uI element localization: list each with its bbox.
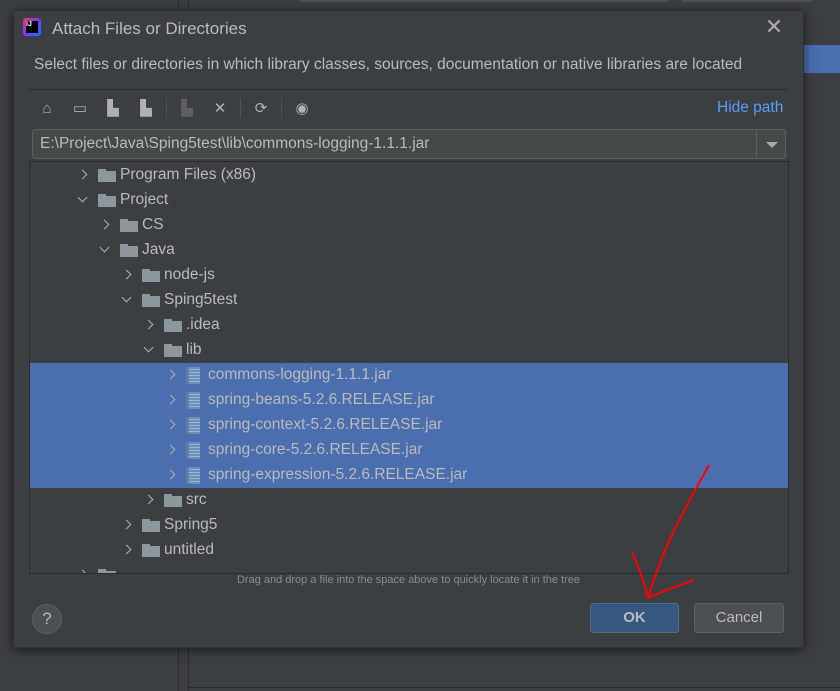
- toolbar: ⌂ ▭ ▙ ▙ ▙ ✕ ⟳ ◉: [36, 97, 324, 119]
- tree-row[interactable]: CS: [30, 213, 788, 238]
- tree-row-label: src: [186, 491, 207, 508]
- tree-row[interactable]: src: [30, 488, 788, 513]
- folder-icon: [142, 519, 160, 532]
- dialog-description: Select files or directories in which lib…: [34, 56, 743, 73]
- chevron-right-icon[interactable]: [164, 442, 178, 458]
- tree-row-label: lib: [186, 341, 202, 358]
- dropdown-arrow-icon[interactable]: [756, 130, 785, 158]
- chevron-right-icon[interactable]: [164, 367, 178, 383]
- chevron-down-icon[interactable]: [76, 192, 90, 208]
- home-icon[interactable]: ⌂: [36, 97, 58, 119]
- divider: [29, 89, 787, 90]
- toolbar-separator: [166, 98, 167, 118]
- tree-row-label: spring-context-5.2.6.RELEASE.jar: [208, 416, 443, 433]
- folder-icon: [142, 294, 160, 307]
- folder-icon: [164, 494, 182, 507]
- path-input[interactable]: E:\Project\Java\Sping5test\lib\commons-l…: [40, 135, 429, 153]
- jar-archive-icon: [186, 467, 200, 484]
- tree-row[interactable]: Project: [30, 188, 788, 213]
- toolbar-separator: [240, 98, 241, 118]
- tree-row[interactable]: .idea: [30, 313, 788, 338]
- chevron-right-icon[interactable]: [98, 217, 112, 233]
- tree-row[interactable]: spring-context-5.2.6.RELEASE.jar: [30, 413, 788, 438]
- folder-icon: [98, 169, 116, 182]
- tree-row[interactable]: Java: [30, 238, 788, 263]
- folder-icon: [164, 319, 182, 332]
- tree-row-label: .idea: [186, 316, 220, 333]
- dialog-title: Attach Files or Directories: [52, 19, 247, 38]
- tree-row-label: CS: [142, 216, 164, 233]
- project-folder-icon[interactable]: ▙: [102, 97, 124, 119]
- jar-archive-icon: [186, 392, 200, 409]
- chevron-right-icon[interactable]: [142, 317, 156, 333]
- jar-archive-icon: [186, 417, 200, 434]
- refresh-icon[interactable]: ⟳: [250, 97, 272, 119]
- tree-row[interactable]: spring-core-5.2.6.RELEASE.jar: [30, 438, 788, 463]
- tree-row[interactable]: untitled: [30, 538, 788, 563]
- folder-icon: [120, 244, 138, 257]
- cancel-button[interactable]: Cancel: [694, 603, 784, 633]
- tree-row-label: Java: [142, 241, 175, 258]
- folder-icon: [164, 344, 182, 357]
- chevron-down-icon[interactable]: [120, 292, 134, 308]
- module-folder-icon[interactable]: ▙: [135, 97, 157, 119]
- background-selected-item: [803, 45, 840, 73]
- tree-row-label: commons-logging-1.1.1.jar: [208, 366, 392, 383]
- folder-icon: [142, 269, 160, 282]
- jar-archive-icon: [186, 442, 200, 459]
- help-button[interactable]: ?: [32, 604, 62, 634]
- tree-row-label: untitled: [164, 541, 214, 558]
- file-tree[interactable]: untitled Spring5 src spring-expression-5.2.…: [29, 161, 789, 574]
- chevron-right-icon[interactable]: [164, 392, 178, 408]
- tree-row[interactable]: Spring5: [30, 513, 788, 538]
- chevron-right-icon[interactable]: [120, 517, 134, 533]
- chevron-down-icon[interactable]: [98, 242, 112, 258]
- tree-row[interactable]: node-js: [30, 263, 788, 288]
- chevron-right-icon[interactable]: [76, 167, 90, 183]
- tree-row[interactable]: spring-expression-5.2.6.RELEASE.jar: [30, 463, 788, 488]
- folder-icon: [98, 194, 116, 207]
- close-icon[interactable]: ✕: [762, 15, 786, 39]
- show-hidden-icon[interactable]: ◉: [291, 97, 313, 119]
- chevron-right-icon[interactable]: [142, 492, 156, 508]
- drag-drop-hint: Drag and drop a file into the space abov…: [236, 574, 581, 586]
- tree-row[interactable]: Sping5test: [30, 288, 788, 313]
- folder-icon: [142, 544, 160, 557]
- tree-row[interactable]: spring-beans-5.2.6.RELEASE.jar: [30, 388, 788, 413]
- chevron-right-icon[interactable]: [120, 542, 134, 558]
- tree-row[interactable]: commons-logging-1.1.1.jar: [30, 363, 788, 388]
- delete-icon[interactable]: ✕: [209, 97, 231, 119]
- ok-button[interactable]: OK: [590, 603, 679, 633]
- chevron-right-icon[interactable]: [76, 567, 90, 573]
- tree-row-label: spring-beans-5.2.6.RELEASE.jar: [208, 391, 435, 408]
- background-field: [682, 0, 812, 2]
- path-combobox[interactable]: E:\Project\Java\Sping5test\lib\commons-l…: [32, 129, 786, 159]
- toolbar-separator: [281, 98, 282, 118]
- tree-row-label: spring-core-5.2.6.RELEASE.jar: [208, 441, 423, 458]
- tree-row-label: Sping5test: [164, 291, 238, 308]
- chevron-right-icon[interactable]: [164, 417, 178, 433]
- intellij-logo-icon: [23, 18, 41, 36]
- desktop-icon[interactable]: ▭: [69, 97, 91, 119]
- jar-archive-icon: [186, 367, 200, 384]
- background-field: [300, 0, 668, 2]
- chevron-right-icon[interactable]: [164, 467, 178, 483]
- tree-row[interactable]: [30, 563, 788, 573]
- chevron-down-icon[interactable]: [142, 342, 156, 358]
- background-divider: [188, 687, 840, 688]
- tree-row-label: Project: [120, 191, 169, 208]
- chevron-right-icon[interactable]: [120, 267, 134, 283]
- tree-row[interactable]: Program Files (x86): [30, 163, 788, 188]
- tree-row-label: node-js: [164, 266, 215, 283]
- attach-files-dialog: Attach Files or Directories ✕ Select fil…: [13, 10, 804, 648]
- tree-row-label: Program Files (x86): [120, 166, 257, 183]
- hide-path-link[interactable]: Hide path: [717, 99, 783, 117]
- tree-row-label: spring-expression-5.2.6.RELEASE.jar: [208, 466, 468, 483]
- folder-icon: [120, 219, 138, 232]
- tree-row[interactable]: lib: [30, 338, 788, 363]
- new-folder-icon: ▙: [181, 100, 193, 117]
- tree-row-label: Spring5: [164, 516, 218, 533]
